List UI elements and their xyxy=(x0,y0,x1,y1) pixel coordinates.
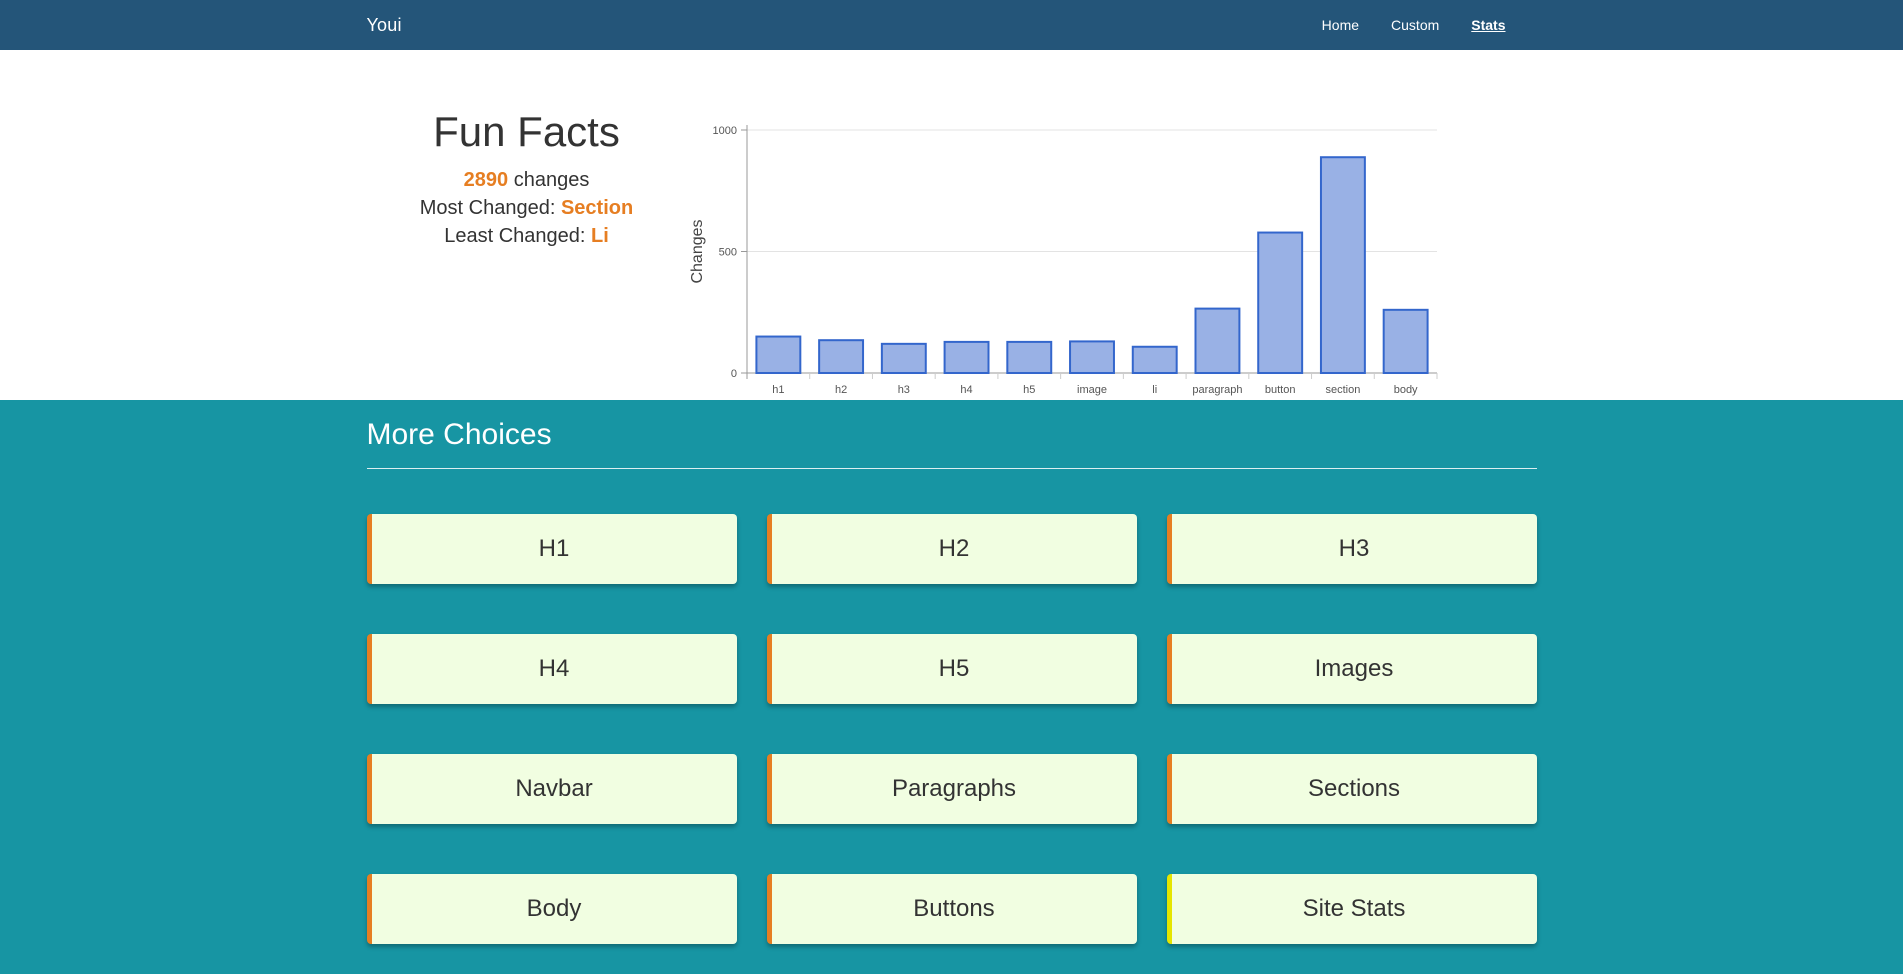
y-axis-title: Changes xyxy=(689,219,706,283)
y-tick-label: 500 xyxy=(718,247,736,259)
more-choices-section: More Choices H1 H2 H3 H4 H5 Images Navba… xyxy=(0,400,1903,974)
least-changed-value: Li xyxy=(591,225,609,247)
x-tick-label: button xyxy=(1264,384,1295,396)
x-tick-label: body xyxy=(1393,384,1417,396)
x-tick-label: h2 xyxy=(834,384,846,396)
y-tick-label: 1000 xyxy=(712,125,736,137)
most-changed: Most Changed: Section xyxy=(407,194,647,222)
bar-h1 xyxy=(754,335,801,374)
total-changes: 2890 changes xyxy=(407,166,647,194)
changes-bar-chart: 0 500 1000 h1 h2 h3 h4 h5 image li paragraph button… xyxy=(689,125,1437,422)
choice-images-button[interactable]: Images xyxy=(1166,634,1537,704)
choice-body-button[interactable]: Body xyxy=(366,874,737,944)
x-tick-label: h3 xyxy=(897,384,909,396)
x-tick-label: h4 xyxy=(960,384,972,396)
x-tick-label: section xyxy=(1325,384,1360,396)
choice-h4-button[interactable]: H4 xyxy=(366,634,737,704)
choices-grid: H1 H2 H3 H4 H5 Images Navbar Paragraphs … xyxy=(366,514,1537,944)
x-tick-label: h1 xyxy=(772,384,784,396)
nav-link-stats[interactable]: Stats xyxy=(1455,0,1521,50)
brand-logo[interactable]: Youi xyxy=(367,15,402,36)
bar-paragraph xyxy=(1194,307,1240,374)
x-tick-label: paragraph xyxy=(1192,384,1242,396)
choice-h1-button[interactable]: H1 xyxy=(366,514,737,584)
bar-image xyxy=(1068,340,1115,375)
bar-h2 xyxy=(817,339,864,375)
bar-section xyxy=(1319,156,1366,374)
bar-li xyxy=(1131,345,1178,375)
choice-site-stats-button[interactable]: Site Stats xyxy=(1166,874,1537,944)
choice-navbar-button[interactable]: Navbar xyxy=(366,754,737,824)
x-tick-label: image xyxy=(1077,384,1107,396)
nav-link-home[interactable]: Home xyxy=(1306,0,1375,50)
x-tick-label: h5 xyxy=(1023,384,1035,396)
bar-h3 xyxy=(880,342,927,374)
choice-h3-button[interactable]: H3 xyxy=(1166,514,1537,584)
changes-count: 2890 xyxy=(463,169,509,191)
bar-body xyxy=(1382,308,1429,375)
choice-buttons-button[interactable]: Buttons xyxy=(766,874,1137,944)
choice-h2-button[interactable]: H2 xyxy=(766,514,1137,584)
least-changed-label: Least Changed: xyxy=(444,225,591,247)
nav-links: Home Custom Stats xyxy=(1306,0,1522,50)
fun-facts-panel: Fun Facts 2890 changes Most Changed: Sec… xyxy=(407,108,647,250)
changes-suffix: changes xyxy=(508,169,590,191)
choice-sections-button[interactable]: Sections xyxy=(1166,754,1537,824)
y-tick-label: 0 xyxy=(730,368,736,380)
top-navbar: Youi Home Custom Stats xyxy=(0,0,1903,50)
changes-chart: 0 500 1000 h1 h2 h3 h4 h5 image li paragraph button… xyxy=(677,70,1517,422)
bar-button xyxy=(1256,231,1303,374)
x-tick-label: li xyxy=(1152,384,1157,396)
stats-section: Fun Facts 2890 changes Most Changed: Sec… xyxy=(0,50,1903,422)
most-changed-value: Section xyxy=(560,197,634,219)
fun-facts-title: Fun Facts xyxy=(433,108,620,155)
bar-h4 xyxy=(943,340,990,374)
bar-h5 xyxy=(1005,340,1052,374)
choice-h5-button[interactable]: H5 xyxy=(766,634,1137,704)
more-choices-title: More Choices xyxy=(366,418,1537,469)
most-changed-label: Most Changed: xyxy=(419,197,561,219)
nav-link-custom[interactable]: Custom xyxy=(1375,0,1455,50)
choice-paragraphs-button[interactable]: Paragraphs xyxy=(766,754,1137,824)
least-changed: Least Changed: Li xyxy=(407,222,647,250)
